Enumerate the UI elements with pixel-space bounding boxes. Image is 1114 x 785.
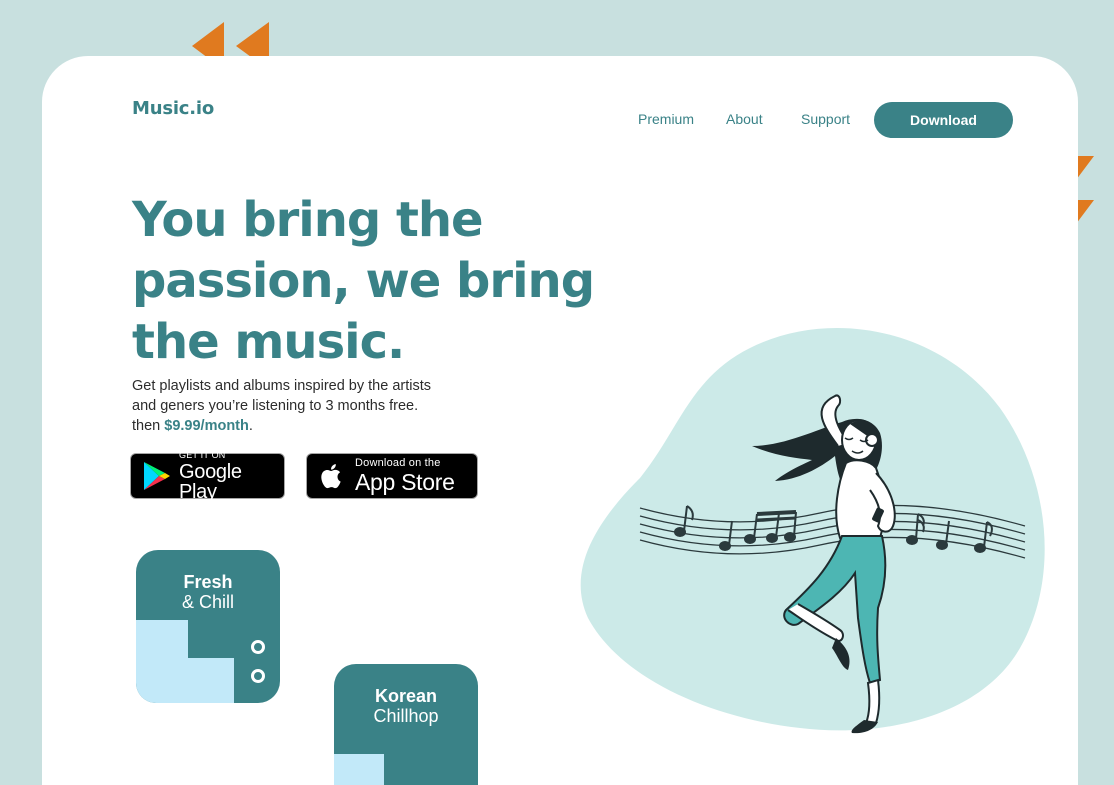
playlist-subtitle: Chillhop bbox=[373, 706, 439, 726]
ring-icon bbox=[251, 669, 265, 683]
nav-link-premium[interactable]: Premium bbox=[638, 111, 694, 127]
playlist-subtitle: & Chill bbox=[181, 592, 234, 612]
playlist-card-fresh-chill[interactable]: Fresh & Chill bbox=[136, 550, 280, 703]
hero-title-line: You bring the bbox=[132, 192, 484, 248]
nav-link-support[interactable]: Support bbox=[801, 111, 850, 127]
hero-subtitle-suffix: . bbox=[248, 418, 253, 434]
apple-icon bbox=[321, 464, 341, 489]
hero-subtitle-prefix: then bbox=[132, 418, 165, 434]
playlist-title: Korean bbox=[374, 686, 437, 706]
hero-title: You bring the passion, we bring the musi… bbox=[132, 190, 652, 373]
app-store-badge[interactable]: Download on the App Store bbox=[306, 453, 478, 499]
google-play-icon bbox=[144, 462, 170, 490]
dancing-girl-illustration bbox=[580, 328, 1045, 734]
google-badge-small: GET IT ON bbox=[179, 449, 226, 460]
playlist-art-block bbox=[188, 658, 234, 703]
apple-badge-big: App Store bbox=[355, 469, 455, 495]
hero-subtitle: Get playlists and albums inspired by the… bbox=[132, 376, 492, 436]
nav-link-about[interactable]: About bbox=[726, 111, 763, 127]
playlist-card-korean-chillhop[interactable]: Korean Chillhop bbox=[334, 664, 478, 785]
hero-title-line: the music. bbox=[132, 314, 405, 370]
google-badge-big: Google Play bbox=[179, 460, 242, 503]
apple-badge-small: Download on the bbox=[355, 457, 441, 469]
playlist-art-block bbox=[136, 620, 188, 703]
hero-subtitle-line: and geners you’re listening to 3 months … bbox=[132, 398, 419, 414]
hero-subtitle-line: then $9.99/month. bbox=[132, 416, 492, 436]
hero-title-line: passion, we bring bbox=[132, 253, 595, 309]
top-nav: Premium About Support Download bbox=[42, 102, 1078, 138]
playlist-art-block bbox=[334, 754, 384, 785]
download-button[interactable]: Download bbox=[874, 102, 1013, 138]
google-play-badge[interactable]: GET IT ON Google Play bbox=[130, 449, 285, 503]
hero-subtitle-line: Get playlists and albums inspired by the… bbox=[132, 378, 431, 394]
price-text: $9.99/month bbox=[164, 418, 249, 434]
landing-card: Music.io Premium About Support Download … bbox=[42, 56, 1078, 785]
playlist-title: Fresh bbox=[183, 572, 233, 592]
ring-icon bbox=[251, 640, 265, 654]
